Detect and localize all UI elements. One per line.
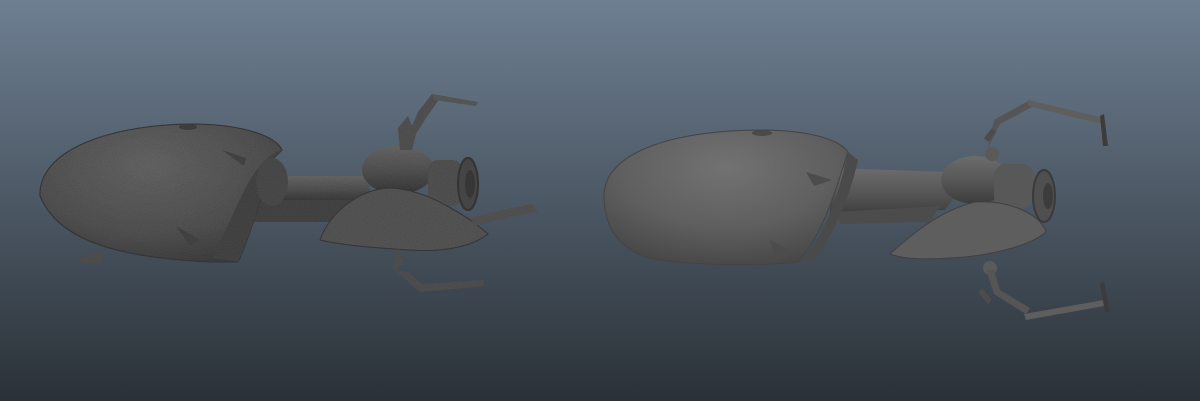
claw-joint-upper — [985, 147, 999, 161]
front-nozzle — [465, 170, 475, 198]
top-dimple — [179, 124, 197, 130]
front-head — [362, 146, 434, 194]
shell-body — [603, 129, 849, 266]
front-nozzle — [1043, 183, 1053, 209]
top-dimple — [752, 130, 772, 136]
front-collar — [994, 164, 1034, 208]
3d-viewport[interactable] — [0, 0, 1200, 401]
shell-collar — [256, 158, 288, 206]
viewport-canvas[interactable] — [0, 0, 1200, 401]
